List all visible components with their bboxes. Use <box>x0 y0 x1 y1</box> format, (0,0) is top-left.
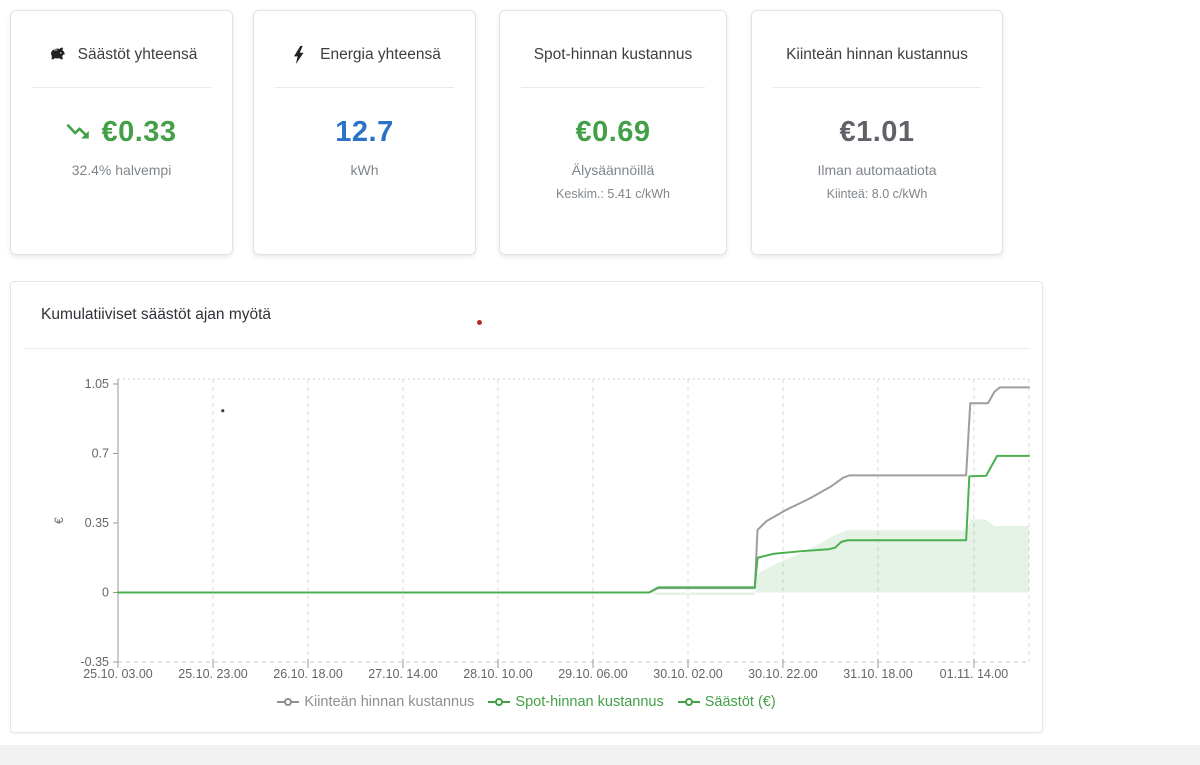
legend-item-1[interactable]: Spot-hinnan kustannus <box>488 694 663 710</box>
svg-text:31.10. 18.00: 31.10. 18.00 <box>843 667 913 681</box>
legend-label: Säästöt (€) <box>705 694 776 710</box>
card-spot-cost: Spot-hinnan kustannus €0.69 Älysäännöill… <box>499 10 727 255</box>
card-divider <box>32 87 211 88</box>
svg-text:30.10. 22.00: 30.10. 22.00 <box>748 667 818 681</box>
card-title: Spot-hinnan kustannus <box>534 46 693 64</box>
chart-title-divider <box>23 348 1030 349</box>
spot-cost-value: €0.69 <box>575 116 650 149</box>
svg-text:25.10. 03.00: 25.10. 03.00 <box>83 667 153 681</box>
spot-cost-average: Keskim.: 5.41 c/kWh <box>500 187 726 201</box>
savings-value: €0.33 <box>101 116 176 149</box>
trending-down-icon <box>66 121 92 143</box>
card-total-energy: Energia yhteensä 12.7 kWh <box>253 10 476 255</box>
svg-text:25.10. 23.00: 25.10. 23.00 <box>178 667 248 681</box>
energy-unit: kWh <box>254 162 475 178</box>
legend-marker-icon <box>488 697 510 707</box>
legend-item-0[interactable]: Kiinteän hinnan kustannus <box>277 694 474 710</box>
energy-value: 12.7 <box>335 116 393 149</box>
legend-marker-icon <box>277 697 299 707</box>
notification-dot <box>477 320 482 325</box>
svg-text:26.10. 18.00: 26.10. 18.00 <box>273 667 343 681</box>
svg-text:01.11. 14.00: 01.11. 14.00 <box>940 667 1009 681</box>
cumulative-savings-panel: Kumulatiiviset säästöt ajan myötä 25.10.… <box>10 281 1043 733</box>
card-divider <box>773 87 981 88</box>
svg-text:-0.35: -0.35 <box>81 655 110 669</box>
svg-text:27.10. 14.00: 27.10. 14.00 <box>368 667 438 681</box>
svg-text:0.35: 0.35 <box>85 516 109 530</box>
savings-subtitle: 32.4% halvempi <box>11 162 232 178</box>
chart-title: Kumulatiiviset säästöt ajan myötä <box>41 306 271 324</box>
piggy-bank-icon <box>46 44 68 66</box>
fixed-cost-subtitle: Ilman automaatiota <box>752 162 1002 178</box>
svg-text:30.10. 02.00: 30.10. 02.00 <box>653 667 723 681</box>
spot-cost-subtitle: Älysäännöillä <box>500 162 726 178</box>
svg-text:0.7: 0.7 <box>92 446 109 460</box>
svg-text:€: € <box>52 517 66 524</box>
bottom-section-divider <box>0 745 1200 765</box>
legend-label: Spot-hinnan kustannus <box>515 694 663 710</box>
lightning-icon <box>288 44 310 66</box>
card-divider <box>521 87 705 88</box>
card-title: Säästöt yhteensä <box>78 46 198 64</box>
legend-label: Kiinteän hinnan kustannus <box>304 694 474 710</box>
card-title: Energia yhteensä <box>320 46 441 64</box>
fixed-cost-rate: Kiinteä: 8.0 c/kWh <box>752 187 1002 201</box>
cumulative-savings-chart: 25.10. 03.00 25.10. 23.00 26.10. 18.00 27.1… <box>11 361 1044 691</box>
svg-text:29.10. 06.00: 29.10. 06.00 <box>558 667 628 681</box>
card-divider <box>275 87 454 88</box>
card-total-savings: Säästöt yhteensä €0.33 32.4% halvempi <box>10 10 233 255</box>
card-fixed-cost: Kiinteän hinnan kustannus €1.01 Ilman au… <box>751 10 1003 255</box>
chart-legend: Kiinteän hinnan kustannus Spot-hinnan kus… <box>11 694 1042 710</box>
svg-text:0: 0 <box>102 585 109 599</box>
card-title: Kiinteän hinnan kustannus <box>786 46 968 64</box>
svg-text:28.10. 10.00: 28.10. 10.00 <box>463 667 533 681</box>
svg-text:1.05: 1.05 <box>85 377 109 391</box>
legend-item-2[interactable]: Säästöt (€) <box>678 694 776 710</box>
fixed-cost-value: €1.01 <box>839 116 914 149</box>
legend-marker-icon <box>678 697 700 707</box>
